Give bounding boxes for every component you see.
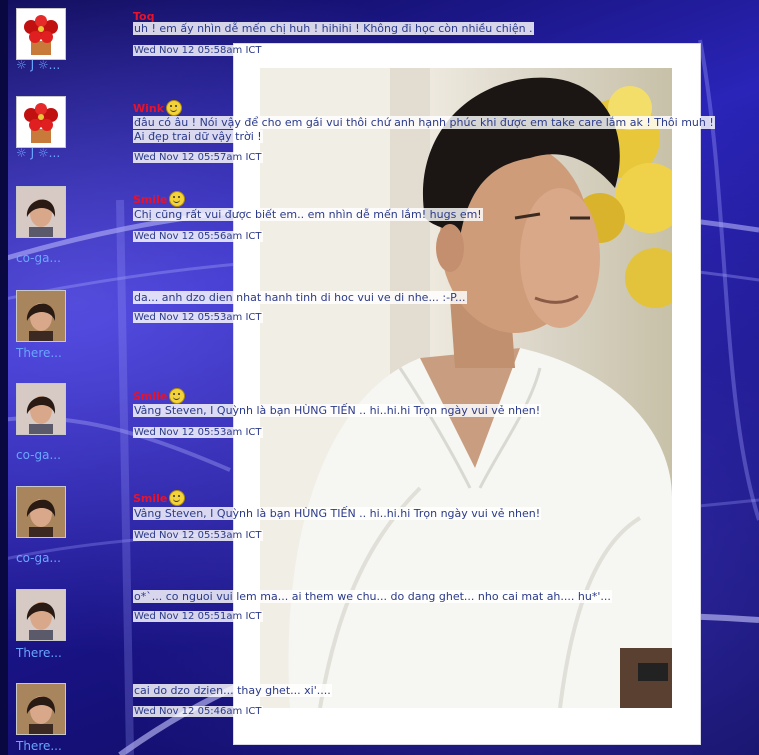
smiley-icon bbox=[169, 490, 186, 506]
comment-tag: Smile bbox=[133, 388, 186, 404]
comment-timestamp: Wed Nov 12 05:56am ICT bbox=[133, 231, 263, 242]
comment-tag: Smile bbox=[133, 191, 186, 207]
comment-timestamp-text: Wed Nov 12 05:56am ICT bbox=[133, 231, 263, 242]
comment-message-text: Chị cũng rất vui được biết em.. em nhìn … bbox=[133, 208, 483, 221]
comment-timestamp-text: Wed Nov 12 05:46am ICT bbox=[133, 706, 263, 717]
comment-message-text: cai do dzo dzien... thay ghet... xi'.... bbox=[133, 684, 332, 697]
comment-tag-label: Smile bbox=[133, 389, 168, 403]
comment-tag: Wink bbox=[133, 100, 183, 116]
comment-message: Chị cũng rất vui được biết em.. em nhìn … bbox=[133, 208, 733, 222]
smiley-icon bbox=[169, 388, 186, 404]
comment-timestamp: Wed Nov 12 05:53am ICT bbox=[133, 312, 263, 323]
woman-portrait-icon[interactable] bbox=[16, 683, 66, 735]
comment-message-text: uh ! em ấy nhìn dễ mến chị huh ! hihihi … bbox=[133, 22, 534, 35]
commenter-name-link[interactable]: co-ga... bbox=[16, 448, 61, 462]
portrait-illustration bbox=[260, 68, 672, 708]
commenter-name-link[interactable]: co-ga... bbox=[16, 251, 61, 265]
comment-timestamp-text: Wed Nov 12 05:58am ICT bbox=[133, 45, 263, 56]
commenter-name-link[interactable]: ☼ J ☼... bbox=[16, 146, 60, 160]
comment-message: o*`... co nguoi vui lem ma... ai them we… bbox=[133, 590, 733, 604]
comment-timestamp: Wed Nov 12 05:53am ICT bbox=[133, 530, 263, 541]
comment-timestamp: Wed Nov 12 05:46am ICT bbox=[133, 706, 263, 717]
comment-timestamp: Wed Nov 12 05:57am ICT bbox=[133, 152, 263, 163]
poinsettia-icon[interactable] bbox=[16, 8, 66, 60]
woman-portrait-icon[interactable] bbox=[16, 186, 66, 238]
comment-message: Vâng Steven, I Quỳnh là bạn HÙNG TIẾN ..… bbox=[133, 507, 733, 521]
woman-portrait-icon[interactable] bbox=[16, 290, 66, 342]
comment-timestamp-text: Wed Nov 12 05:53am ICT bbox=[133, 427, 263, 438]
comment-timestamp-text: Wed Nov 12 05:53am ICT bbox=[133, 312, 263, 323]
comment-tag-label: Smile bbox=[133, 491, 168, 505]
comment-tag: Smile bbox=[133, 490, 186, 506]
commenter-name-link[interactable]: There... bbox=[16, 346, 62, 360]
comment-timestamp-text: Wed Nov 12 05:57am ICT bbox=[133, 152, 263, 163]
comment-message: Vâng Steven, I Quỳnh là bạn HÙNG TIẾN ..… bbox=[133, 404, 733, 418]
comment-message-text: Vâng Steven, I Quỳnh là bạn HÙNG TIẾN ..… bbox=[133, 404, 542, 417]
smiley-icon bbox=[169, 191, 186, 207]
comment-timestamp: Wed Nov 12 05:51am ICT bbox=[133, 611, 263, 622]
comment-message-text: da... anh dzo dien nhat hanh tinh di hoc… bbox=[133, 291, 467, 304]
comment-tag-label: Smile bbox=[133, 192, 168, 206]
photo-frame bbox=[234, 44, 700, 744]
woman-portrait-icon[interactable] bbox=[16, 383, 66, 435]
comment-message: cai do dzo dzien... thay ghet... xi'.... bbox=[133, 684, 733, 698]
left-edge-strip bbox=[0, 0, 8, 755]
comment-timestamp-text: Wed Nov 12 05:53am ICT bbox=[133, 530, 263, 541]
commenter-name-link[interactable]: There... bbox=[16, 646, 62, 660]
commenter-name-link[interactable]: ☼ J ☼... bbox=[16, 58, 60, 72]
woman-portrait-icon[interactable] bbox=[16, 486, 66, 538]
comment-message: đâu có âu ! Nói vậy để cho em gái vui th… bbox=[133, 116, 723, 144]
comment-message-text: o*`... co nguoi vui lem ma... ai them we… bbox=[133, 590, 612, 603]
woman-portrait-icon[interactable] bbox=[16, 589, 66, 641]
commenter-name-link[interactable]: There... bbox=[16, 739, 62, 753]
poinsettia-icon[interactable] bbox=[16, 96, 66, 148]
comment-tag-label: Wink bbox=[133, 101, 165, 115]
comment-message: da... anh dzo dien nhat hanh tinh di hoc… bbox=[133, 291, 733, 305]
comment-timestamp: Wed Nov 12 05:53am ICT bbox=[133, 427, 263, 438]
comment-message-text: đâu có âu ! Nói vậy để cho em gái vui th… bbox=[133, 116, 715, 143]
comment-message: uh ! em ấy nhìn dễ mến chị huh ! hihihi … bbox=[133, 22, 733, 36]
commenter-name-link[interactable]: co-ga... bbox=[16, 551, 61, 565]
comment-timestamp-text: Wed Nov 12 05:51am ICT bbox=[133, 611, 263, 622]
comment-timestamp: Wed Nov 12 05:58am ICT bbox=[133, 45, 263, 56]
man-portrait-photo bbox=[260, 68, 672, 708]
comment-message-text: Vâng Steven, I Quỳnh là bạn HÙNG TIẾN ..… bbox=[133, 507, 542, 520]
smiley-icon bbox=[166, 100, 183, 116]
